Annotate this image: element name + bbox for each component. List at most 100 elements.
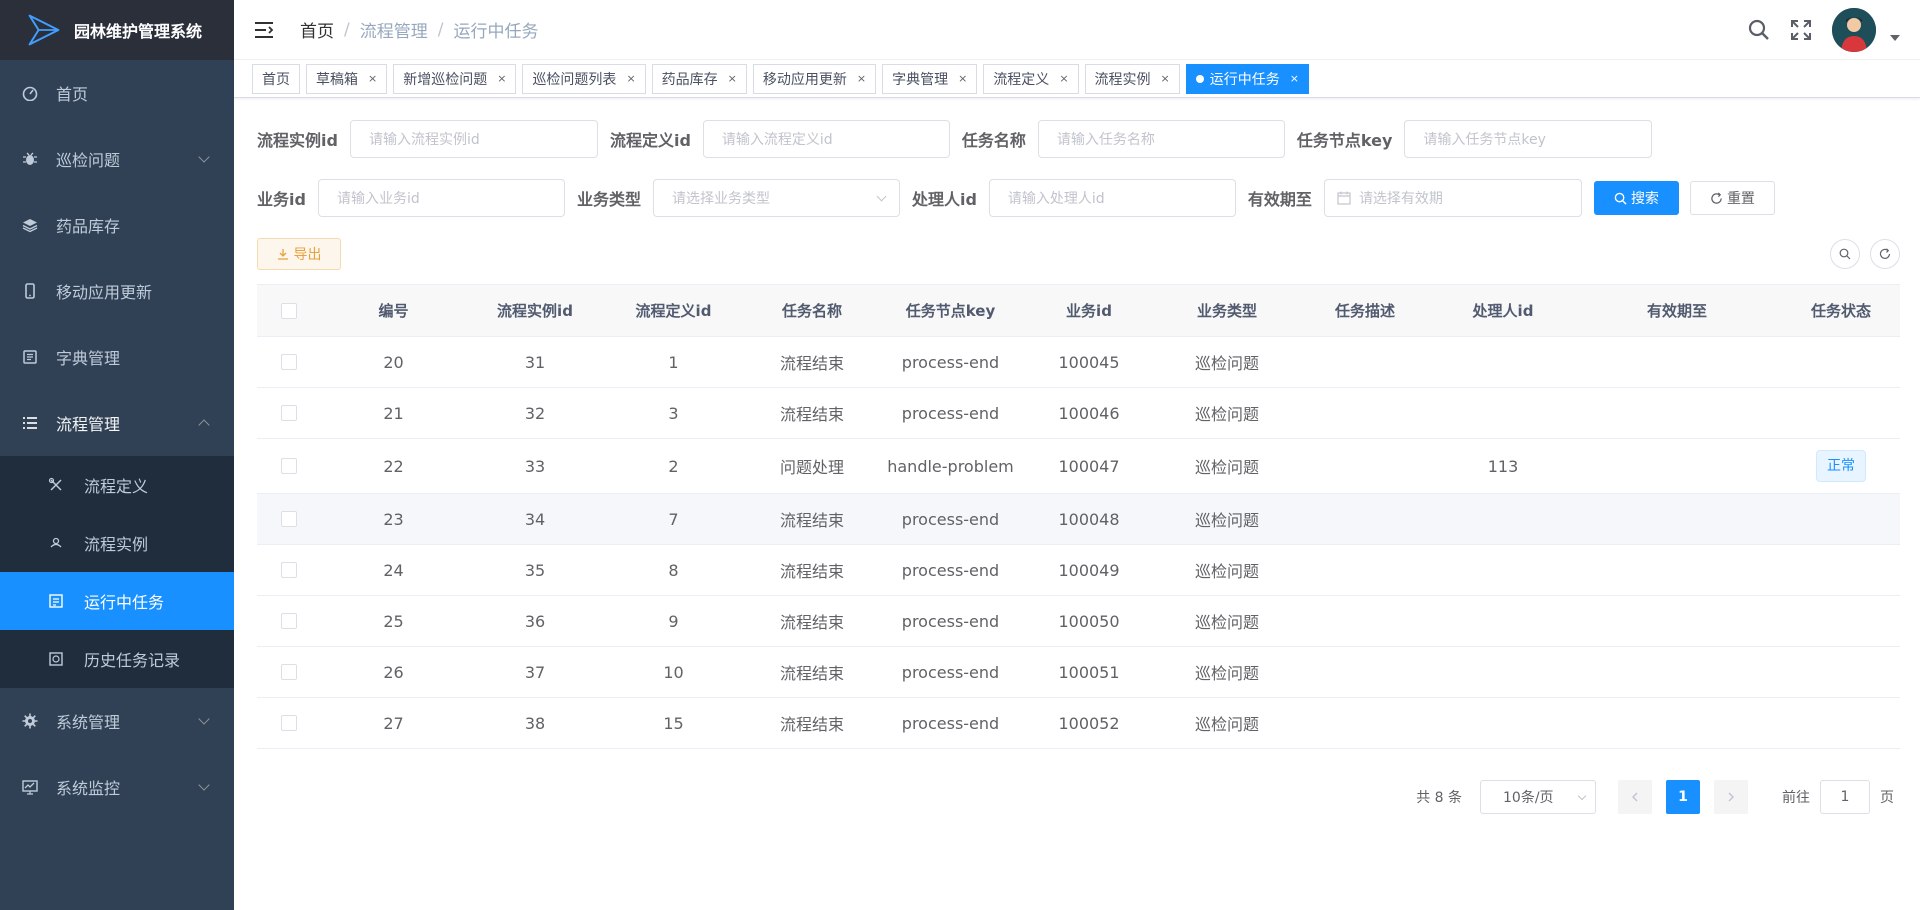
- caret-down-icon[interactable]: [1890, 35, 1900, 41]
- column-header[interactable]: 任务描述: [1296, 300, 1434, 321]
- close-icon[interactable]: ×: [1161, 72, 1170, 85]
- row-checkbox[interactable]: [281, 715, 297, 731]
- table-cell: 巡检问题: [1194, 511, 1259, 530]
- goto-page-input[interactable]: 1: [1820, 780, 1870, 814]
- refresh-table-button[interactable]: [1870, 239, 1900, 269]
- instance-id-input[interactable]: 请输入流程实例id: [349, 120, 598, 158]
- tag-drafts[interactable]: 草稿箱 ×: [306, 63, 388, 94]
- sidebar-item-process-instance[interactable]: 流程实例: [0, 514, 234, 572]
- filter-row-1: 流程实例id 请输入流程实例id 流程定义id 请输入流程定义id 任务名称 请…: [257, 119, 1900, 159]
- expire-date-picker[interactable]: 请选择有效期: [1323, 179, 1582, 217]
- row-checkbox[interactable]: [281, 613, 297, 629]
- table-row[interactable]: 25 36 9 流程结束 process-end 100050 巡检问题: [257, 596, 1900, 647]
- column-header[interactable]: 任务节点key: [881, 300, 1020, 321]
- toggle-search-button[interactable]: [1830, 239, 1860, 269]
- tag-dict[interactable]: 字典管理 ×: [882, 63, 978, 94]
- task-key-input[interactable]: 请输入任务节点key: [1404, 120, 1653, 158]
- table-cell: 巡检问题: [1194, 715, 1259, 734]
- close-icon[interactable]: ×: [1290, 72, 1299, 85]
- column-header[interactable]: 业务类型: [1158, 300, 1296, 321]
- dict-icon: [22, 349, 38, 365]
- prev-page-button[interactable]: [1618, 780, 1652, 814]
- page-number-current[interactable]: 1: [1666, 780, 1700, 814]
- table-row[interactable]: 27 38 15 流程结束 process-end 100052 巡检问题: [257, 698, 1900, 749]
- close-icon[interactable]: ×: [728, 72, 737, 85]
- sidebar-item-app-update[interactable]: 移动应用更新: [0, 258, 234, 324]
- task-name-input[interactable]: 请输入任务名称: [1037, 120, 1285, 158]
- column-header[interactable]: 任务名称: [743, 300, 881, 321]
- close-icon[interactable]: ×: [1059, 72, 1068, 85]
- export-button[interactable]: 导出: [257, 238, 341, 270]
- close-icon[interactable]: ×: [497, 72, 506, 85]
- sidebar-item-dict[interactable]: 字典管理: [0, 324, 234, 390]
- table-row[interactable]: 22 33 2 问题处理 handle-problem 100047 巡检问题 113 正常: [257, 439, 1900, 494]
- sidebar-item-system[interactable]: 系统管理: [0, 688, 234, 754]
- logo-area[interactable]: 园林维护管理系统: [0, 0, 234, 60]
- sidebar-item-home[interactable]: 首页: [0, 60, 234, 126]
- row-checkbox[interactable]: [281, 562, 297, 578]
- definition-id-input[interactable]: 请输入流程定义id: [702, 120, 950, 158]
- column-header[interactable]: 编号: [321, 300, 466, 321]
- column-header[interactable]: 流程实例id: [466, 300, 604, 321]
- column-header[interactable]: 任务状态: [1782, 300, 1900, 321]
- chevron-up-icon: [198, 419, 210, 431]
- sidebar-item-process-definition[interactable]: 流程定义: [0, 456, 234, 514]
- sidebar-item-medicine[interactable]: 药品库存: [0, 192, 234, 258]
- sidebar-item-label: 移动应用更新: [56, 283, 153, 302]
- table-row[interactable]: 23 34 7 流程结束 process-end 100048 巡检问题: [257, 494, 1900, 545]
- column-header[interactable]: 处理人id: [1434, 300, 1572, 321]
- assignee-input[interactable]: 请输入处理人id: [988, 179, 1236, 217]
- sidebar-item-process[interactable]: 流程管理: [0, 390, 234, 456]
- goto-prefix: 前往: [1782, 790, 1810, 806]
- column-header[interactable]: 业务id: [1020, 300, 1158, 321]
- table-cell: 24: [383, 560, 404, 580]
- biz-type-select[interactable]: 请选择业务类型: [652, 179, 900, 217]
- row-checkbox[interactable]: [281, 405, 297, 421]
- close-icon[interactable]: ×: [368, 72, 377, 85]
- reset-button[interactable]: 重置: [1689, 181, 1775, 215]
- sidebar-item-monitor[interactable]: 系统监控: [0, 754, 234, 820]
- tag-inspection-list[interactable]: 巡检问题列表 ×: [522, 63, 646, 94]
- close-icon[interactable]: ×: [626, 72, 635, 85]
- tag-process-definition[interactable]: 流程定义 ×: [983, 63, 1079, 94]
- row-checkbox[interactable]: [281, 354, 297, 370]
- avatar[interactable]: [1832, 8, 1876, 52]
- tag-medicine[interactable]: 药品库存 ×: [651, 63, 747, 94]
- row-select-cell: [257, 664, 321, 680]
- search-icon: [1839, 248, 1851, 260]
- row-checkbox[interactable]: [281, 511, 297, 527]
- row-checkbox[interactable]: [281, 458, 297, 474]
- row-checkbox[interactable]: [281, 664, 297, 680]
- table-row[interactable]: 24 35 8 流程结束 process-end 100049 巡检问题: [257, 545, 1900, 596]
- breadcrumb-home[interactable]: 首页: [300, 17, 334, 42]
- close-icon[interactable]: ×: [857, 72, 866, 85]
- column-header[interactable]: 流程定义id: [604, 300, 743, 321]
- biz-id-input[interactable]: 请输入业务id: [317, 179, 565, 217]
- table-row[interactable]: 21 32 3 流程结束 process-end 100046 巡检问题: [257, 388, 1900, 439]
- page-size-select[interactable]: 10条/页: [1480, 780, 1596, 814]
- hamburger-icon[interactable]: [254, 20, 274, 40]
- select-all-checkbox[interactable]: [281, 302, 297, 319]
- table-cell: 26: [383, 662, 404, 682]
- tag-new-inspection[interactable]: 新增巡检问题 ×: [393, 63, 517, 94]
- table-row[interactable]: 20 31 1 流程结束 process-end 100045 巡检问题: [257, 337, 1900, 388]
- next-page-button[interactable]: [1714, 780, 1748, 814]
- tag-home[interactable]: 首页: [252, 63, 300, 94]
- search-button[interactable]: 搜索: [1593, 181, 1679, 215]
- tools-icon: [48, 477, 64, 493]
- chevron-right-icon: [1728, 792, 1734, 802]
- table-cell: 100048: [1058, 509, 1120, 529]
- close-icon[interactable]: ×: [958, 72, 967, 85]
- tag-app-update[interactable]: 移动应用更新 ×: [752, 63, 877, 94]
- layers-icon: [22, 217, 38, 233]
- tag-process-instance[interactable]: 流程实例 ×: [1084, 63, 1180, 94]
- sidebar-item-task-history[interactable]: 历史任务记录: [0, 630, 234, 688]
- sidebar-item-running-tasks[interactable]: 运行中任务: [0, 572, 234, 630]
- fullscreen-icon[interactable]: [1790, 19, 1812, 41]
- table-row[interactable]: 26 37 10 流程结束 process-end 100051 巡检问题: [257, 647, 1900, 698]
- tag-running-tasks[interactable]: 运行中任务 ×: [1185, 63, 1309, 94]
- sidebar-item-inspection[interactable]: 巡检问题: [0, 126, 234, 192]
- table-cell: 113: [1487, 456, 1519, 476]
- column-header[interactable]: 有效期至: [1572, 300, 1782, 321]
- search-icon[interactable]: [1748, 19, 1770, 41]
